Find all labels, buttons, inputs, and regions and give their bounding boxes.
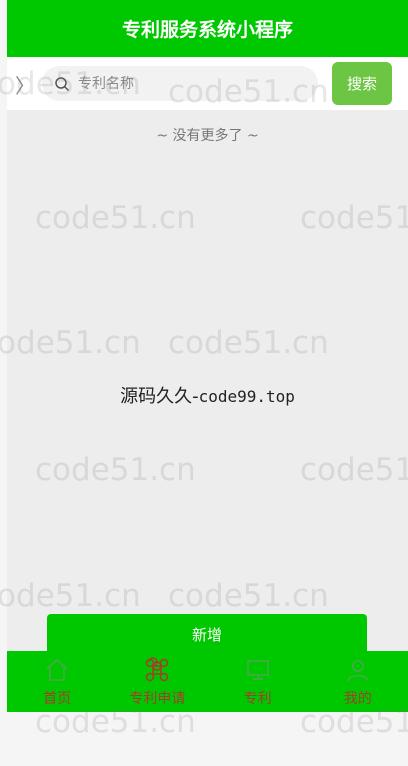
search-bar: 〉 搜索 — [7, 57, 408, 110]
tab-label: 我的 — [343, 691, 372, 707]
search-icon — [55, 76, 70, 91]
tab-home[interactable]: 首页 — [7, 651, 107, 712]
tab-patent[interactable]: 专利 — [208, 651, 308, 712]
overlay-text: 源码久久-code99.top — [7, 382, 408, 408]
search-box[interactable] — [42, 66, 318, 101]
overlay-text-en: code99.top — [198, 387, 295, 406]
search-input[interactable] — [76, 74, 300, 93]
search-button[interactable]: 搜索 — [332, 62, 392, 105]
app-page: 专利服务系统小程序 〉 搜索 ~ 没有更多了 ~ 源码久久-code99.top… — [7, 0, 408, 712]
page-title: 专利服务系统小程序 — [121, 19, 293, 41]
title-bar: 专利服务系统小程序 — [7, 0, 408, 57]
overlay-text-cn: 源码久久- — [120, 386, 199, 407]
chevron-right-icon[interactable]: 〉 — [15, 70, 35, 99]
add-button[interactable]: 新增 — [47, 614, 367, 654]
command-icon — [146, 657, 169, 682]
home-icon — [46, 658, 68, 681]
tab-label: 专利申请 — [129, 691, 186, 707]
tab-label: 首页 — [43, 691, 72, 707]
list-status-text: ~ 没有更多了 ~ — [156, 128, 259, 144]
user-icon — [347, 660, 369, 682]
monitor-icon — [246, 660, 269, 680]
tab-patent-apply[interactable]: 专利申请 — [107, 651, 207, 712]
tab-label: 专利 — [243, 691, 272, 707]
tab-mine[interactable]: 我的 — [308, 651, 408, 712]
tab-bar: 首页 专利申请 专利 我的 — [7, 651, 408, 712]
